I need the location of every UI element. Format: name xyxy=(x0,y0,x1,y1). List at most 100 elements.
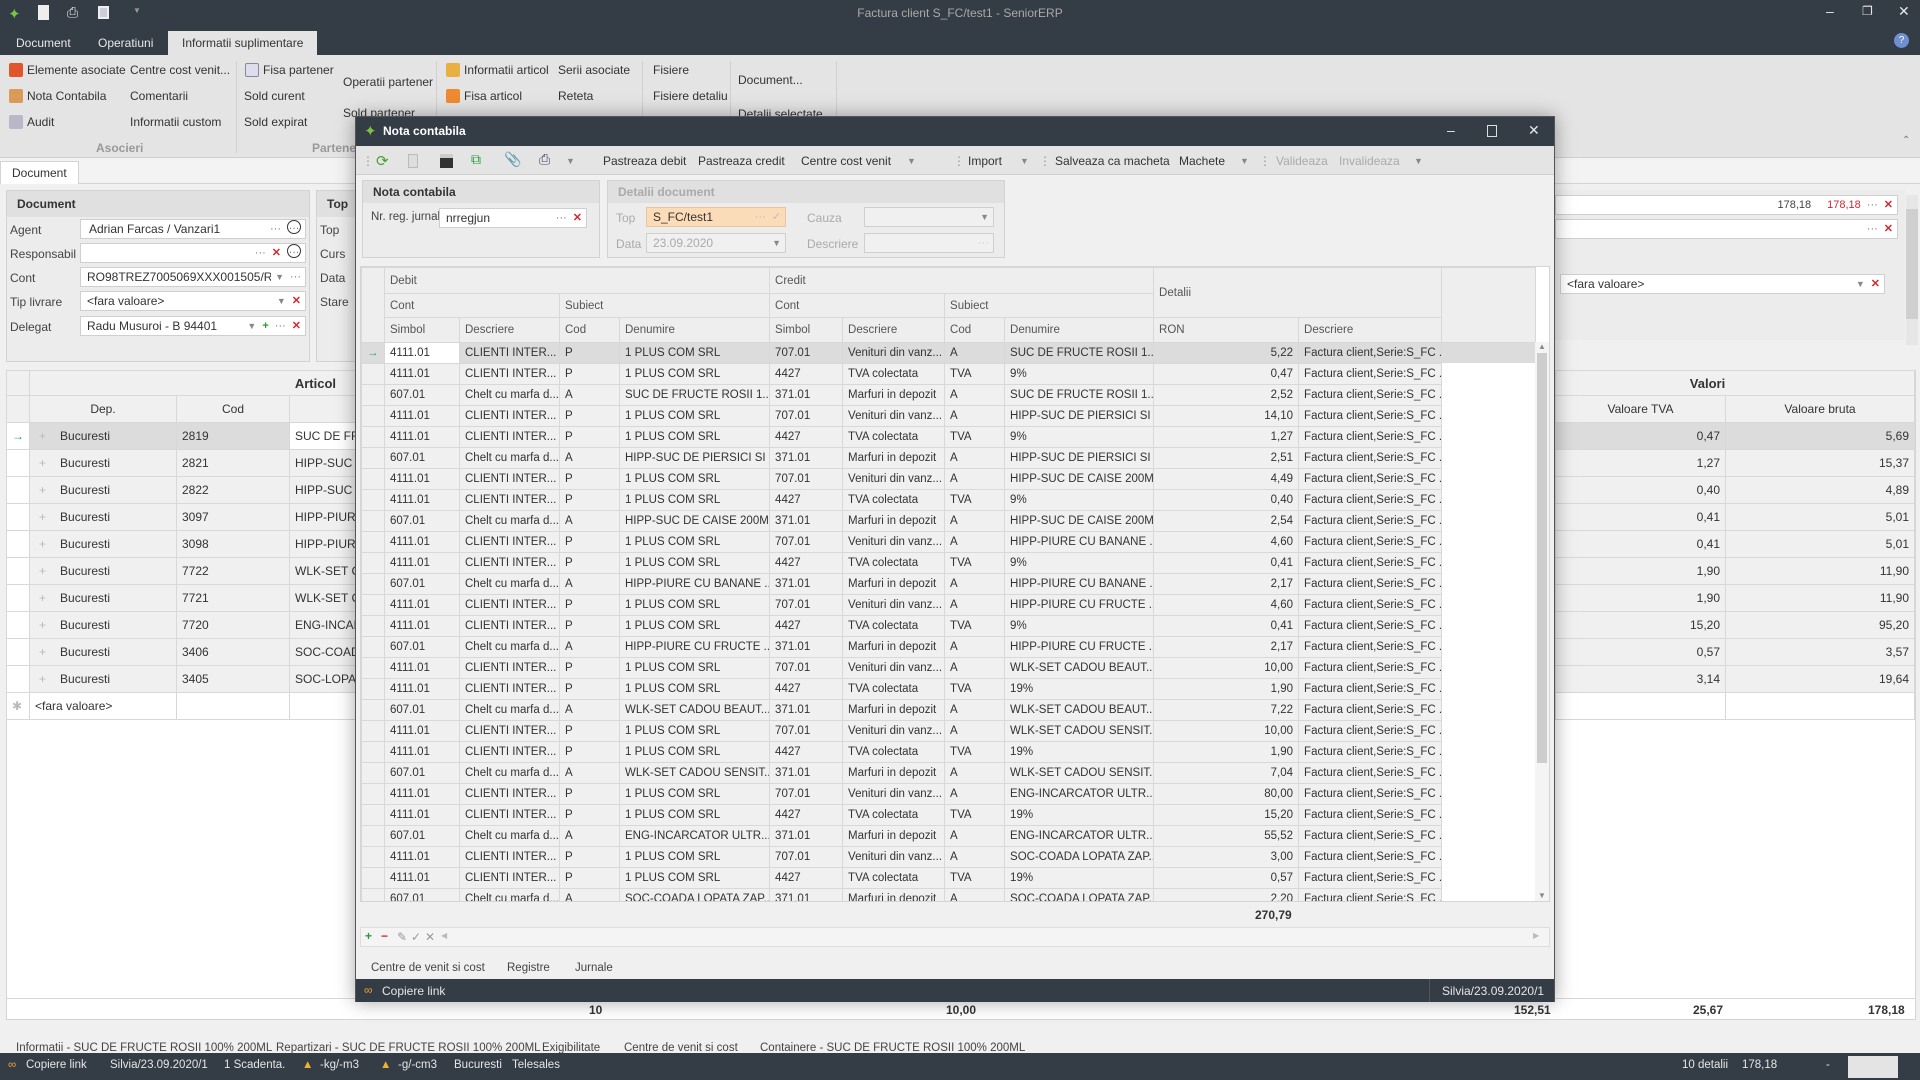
chevron-down-icon[interactable]: ▼ xyxy=(1240,156,1249,166)
cell-ron[interactable]: 15,20 xyxy=(1153,804,1300,826)
cell-detalii-descriere[interactable]: Factura client,Serie:S_FC ... xyxy=(1298,594,1443,616)
table-row[interactable]: 0,57 3,57 xyxy=(1555,638,1916,666)
cell-valoare-bruta[interactable]: 5,01 xyxy=(1724,503,1916,531)
table-row[interactable]: 4111.01 CLIENTI INTER... P 1 PLUS COM SRL 70… xyxy=(361,783,1537,805)
column-header-credit-simbol[interactable]: Simbol xyxy=(769,317,844,343)
cell-ron[interactable]: 0,57 xyxy=(1153,867,1300,889)
new-row[interactable] xyxy=(1555,692,1916,720)
table-row[interactable]: 0,41 5,01 xyxy=(1555,530,1916,558)
cell-detalii-descriere[interactable]: Factura client,Serie:S_FC ... xyxy=(1298,636,1443,658)
cell-credit-denumire[interactable]: 19% xyxy=(1004,867,1155,889)
cell-dep[interactable]: + Bucuresti xyxy=(29,638,177,666)
table-row[interactable]: + Bucuresti 3405 SOC-LOPATA xyxy=(6,665,387,693)
cell-credit-denumire[interactable]: 9% xyxy=(1004,363,1155,385)
cell-debit-simbol[interactable]: 4111.01 xyxy=(384,657,460,679)
table-row[interactable]: 0,41 5,01 xyxy=(1555,503,1916,531)
cell-ron[interactable]: 10,00 xyxy=(1153,657,1300,679)
cell-debit-denumire[interactable]: WLK-SET CADOU BEAUT... xyxy=(618,699,771,721)
restore-icon[interactable]: ❐ xyxy=(1862,4,1873,18)
nota-contabila-button[interactable]: Nota Contabila xyxy=(9,89,106,103)
table-row[interactable]: 607.01 Chelt cu marfa d... A HIPP-SUC DE CA… xyxy=(361,510,1537,532)
cell-valoare-tva[interactable]: 0,41 xyxy=(1555,530,1726,558)
cell-cod[interactable]: 7722 xyxy=(176,557,290,585)
cell-valoare-tva[interactable]: 1,90 xyxy=(1555,557,1726,585)
cell-debit-denumire[interactable]: 1 PLUS COM SRL xyxy=(618,468,771,490)
clear-icon[interactable]: ✕ xyxy=(573,209,582,227)
cell-debit-cod[interactable]: A xyxy=(559,762,620,784)
cell-credit-descriere[interactable]: Venituri din vanz... xyxy=(842,342,946,364)
tab-centre-venit-cost[interactable]: Centre de venit si cost xyxy=(371,962,485,974)
cell-credit-denumire[interactable]: SUC DE FRUCTE ROSII 1... xyxy=(1004,342,1155,364)
cell-detalii-descriere[interactable]: Factura client,Serie:S_FC ... xyxy=(1298,888,1443,901)
cell-credit-denumire[interactable]: HIPP-PIURE CU BANANE ... xyxy=(1004,531,1155,553)
table-row[interactable]: 1,27 15,37 xyxy=(1555,449,1916,477)
cell-debit-simbol[interactable]: 607.01 xyxy=(384,762,460,784)
table-row[interactable]: 607.01 Chelt cu marfa d... A WLK-SET CADOU … xyxy=(361,762,1537,784)
cell-debit-cod[interactable]: P xyxy=(559,804,620,826)
cell-dep[interactable]: + Bucuresti xyxy=(29,476,177,504)
print-dropdown-icon[interactable]: ▼ xyxy=(566,156,575,166)
table-row[interactable]: 607.01 Chelt cu marfa d... A HIPP-PIURE CU … xyxy=(361,573,1537,595)
cell-credit-cod[interactable]: A xyxy=(944,405,1006,427)
clear-icon[interactable]: ✕ xyxy=(272,244,281,262)
cell-credit-cod[interactable]: A xyxy=(944,720,1006,742)
cell-ron[interactable]: 2,20 xyxy=(1153,888,1300,901)
ellipsis-icon[interactable]: ··· xyxy=(556,209,567,227)
table-row[interactable]: +Bucuresti2821HIPP-SUC DE PIERSICI SI xyxy=(6,449,387,477)
tab-operatiuni[interactable]: Operatiuni xyxy=(84,31,167,55)
tab-jurnale[interactable]: Jurnale xyxy=(575,962,613,974)
cell-credit-simbol[interactable]: 4427 xyxy=(769,867,844,889)
cell-debit-cod[interactable]: P xyxy=(559,678,620,700)
cell-detalii-descriere[interactable]: Factura client,Serie:S_FC ... xyxy=(1298,741,1443,763)
table-row[interactable]: +Bucuresti7720ENG-INCARCATOR xyxy=(6,611,387,639)
cell-debit-simbol[interactable]: 4111.01 xyxy=(384,489,460,511)
cell-detalii-descriere[interactable]: Factura client,Serie:S_FC ... xyxy=(1298,531,1443,553)
cell-debit-descriere[interactable]: Chelt cu marfa d... xyxy=(459,888,560,901)
table-row[interactable]: 4111.01 CLIENTI INTER... P 1 PLUS COM SRL 70… xyxy=(361,531,1537,553)
cell-debit-denumire[interactable]: 1 PLUS COM SRL xyxy=(618,594,771,616)
cell-debit-simbol[interactable]: 4111.01 xyxy=(384,867,460,889)
cell-credit-descriere[interactable]: Marfuri in depozit xyxy=(842,384,946,406)
cell-credit-simbol[interactable]: 4427 xyxy=(769,804,844,826)
cell-dep[interactable]: + Bucuresti xyxy=(29,557,177,585)
cell-detalii-descriere[interactable]: Factura client,Serie:S_FC ... xyxy=(1298,867,1443,889)
cell-credit-simbol[interactable]: 371.01 xyxy=(769,384,844,406)
cell-debit-simbol[interactable]: 607.01 xyxy=(384,510,460,532)
cell-detalii-descriere[interactable]: Factura client,Serie:S_FC ... xyxy=(1298,468,1443,490)
cell-valoare-tva[interactable]: 0,47 xyxy=(1555,422,1726,450)
check-icon[interactable]: ✓ xyxy=(772,208,781,226)
cell-credit-descriere[interactable]: Venituri din vanz... xyxy=(842,720,946,742)
pastreaza-credit-button[interactable]: Pastreaza credit xyxy=(698,154,785,168)
cell-credit-denumire[interactable]: HIPP-PIURE CU BANANE ... xyxy=(1004,573,1155,595)
cell-debit-descriere[interactable]: CLIENTI INTER... xyxy=(459,363,560,385)
cell-credit-descriere[interactable]: Venituri din vanz... xyxy=(842,531,946,553)
table-row[interactable]: 4111.01 CLIENTI INTER... P 1 PLUS COM SRL 70… xyxy=(361,657,1537,679)
cell-cod[interactable]: 3097 xyxy=(176,503,290,531)
cell-debit-descriere[interactable]: CLIENTI INTER... xyxy=(459,594,560,616)
cell-credit-simbol[interactable]: 4427 xyxy=(769,678,844,700)
cell-debit-cod[interactable]: P xyxy=(559,783,620,805)
table-row[interactable]: 3,14 19,64 xyxy=(1555,665,1916,693)
top-input[interactable]: S_FC/test1 ··· ✓ xyxy=(646,207,786,227)
table-row[interactable]: 1,90 11,90 xyxy=(1555,584,1916,612)
save-icon[interactable] xyxy=(440,154,453,168)
cell-debit-denumire[interactable]: 1 PLUS COM SRL xyxy=(618,552,771,574)
cell-debit-cod[interactable]: P xyxy=(559,657,620,679)
cell-credit-denumire[interactable]: ENG-INCARCATOR ULTR... xyxy=(1004,783,1155,805)
cell-credit-simbol[interactable]: 371.01 xyxy=(769,888,844,901)
cell-credit-descriere[interactable]: Marfuri in depozit xyxy=(842,573,946,595)
cell-ron[interactable]: 2,17 xyxy=(1153,573,1300,595)
cell-dep[interactable]: + Bucuresti xyxy=(29,584,177,612)
cell-debit-simbol[interactable]: 607.01 xyxy=(384,573,460,595)
cell-detalii-descriere[interactable]: Factura client,Serie:S_FC ... xyxy=(1298,615,1443,637)
cell-credit-descriere[interactable]: TVA colectata xyxy=(842,615,946,637)
column-header-debit-simbol[interactable]: Simbol xyxy=(384,317,460,343)
comment-icon[interactable]: … xyxy=(287,244,301,258)
ellipsis-icon[interactable]: ··· xyxy=(290,268,301,286)
cell-debit-cod[interactable]: P xyxy=(559,468,620,490)
cell-credit-descriere[interactable]: Marfuri in depozit xyxy=(842,762,946,784)
cell-ron[interactable]: 0,47 xyxy=(1153,363,1300,385)
ellipsis-icon[interactable]: ··· xyxy=(255,244,266,262)
cell-credit-descriere[interactable]: TVA colectata xyxy=(842,552,946,574)
cell-credit-simbol[interactable]: 4427 xyxy=(769,426,844,448)
